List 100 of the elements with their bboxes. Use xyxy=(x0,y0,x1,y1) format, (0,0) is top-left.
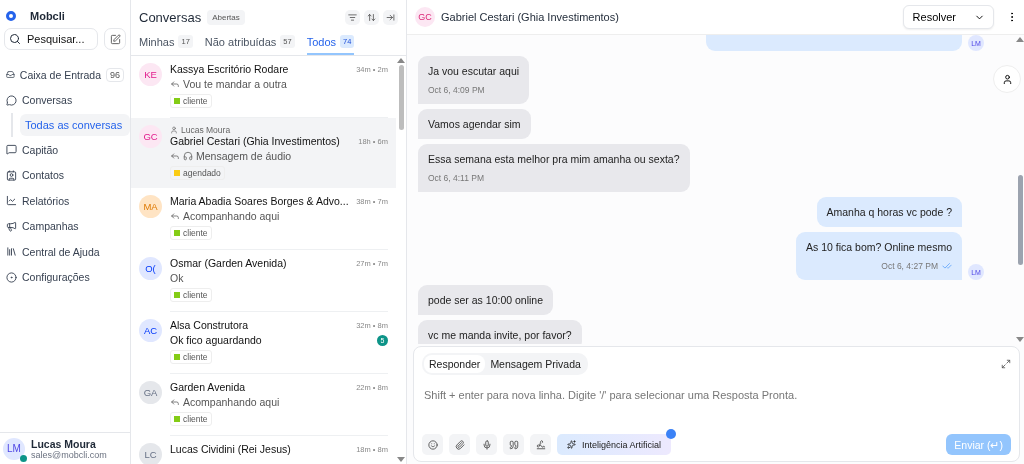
message-preview: Ok fico aguardando xyxy=(170,334,262,346)
search-icon xyxy=(9,33,21,45)
logo-icon xyxy=(6,11,16,21)
nav-subitem[interactable]: Todas as conversas xyxy=(20,114,130,136)
user-avatar[interactable]: LM xyxy=(3,437,25,460)
sort-button[interactable] xyxy=(364,10,379,25)
message-text: Essa semana esta melhor pra mim amanha ou sexta? xyxy=(428,153,680,165)
message-preview: Ok xyxy=(170,272,184,284)
nav-label: Central de Ajuda xyxy=(22,245,100,258)
sort-icon xyxy=(367,13,376,22)
message-preview: Mensagem de áudio xyxy=(196,150,292,162)
sparkles-icon xyxy=(567,440,576,449)
filter-icon xyxy=(348,13,357,22)
label-tag: cliente xyxy=(170,350,212,364)
nav-item[interactable]: Conversas xyxy=(0,87,130,113)
contact-avatar: O( xyxy=(139,257,162,280)
label-tag: cliente xyxy=(170,94,212,108)
reply-mode-tab[interactable]: Mensagem Privada xyxy=(485,355,586,373)
person-icon xyxy=(1001,73,1013,85)
brand-name: Mobcli xyxy=(30,10,65,22)
expand-icon[interactable] xyxy=(1001,359,1011,369)
line-chart-icon xyxy=(6,195,17,207)
label-tag: agendado xyxy=(170,166,225,180)
nav-item[interactable]: Central de Ajuda xyxy=(0,239,130,265)
contact-name: Gabriel Cestari (Ghia Investimentos) xyxy=(170,135,340,147)
label-tag: cliente xyxy=(170,412,212,426)
pen-icon xyxy=(109,33,121,45)
nav-label: Capitão xyxy=(22,143,59,156)
emoji-button[interactable] xyxy=(422,434,443,455)
contact-name: Kassya Escritório Rodare xyxy=(170,63,289,75)
count-badge: 96 xyxy=(106,67,124,82)
nav-item[interactable]: Caixa de Entrada 96 xyxy=(0,62,130,88)
arrow-to-line-icon xyxy=(386,13,395,22)
inbox-icon xyxy=(6,69,15,81)
message-text: vc me manda invite, por favor? xyxy=(428,329,572,341)
contact-name: Garden Avenida xyxy=(170,381,246,393)
contact-avatar: AC xyxy=(139,319,162,342)
chat-bubble-icon xyxy=(6,94,17,106)
assignee-name: Lucas Moura xyxy=(181,125,231,135)
list-title: Conversas xyxy=(139,10,202,25)
filter-button[interactable] xyxy=(345,10,360,25)
nav-item[interactable]: Relatórios xyxy=(0,188,130,214)
quote-icon xyxy=(508,439,519,450)
contact-button[interactable] xyxy=(993,65,1021,93)
signature-button[interactable] xyxy=(530,434,551,455)
contact-avatar: MA xyxy=(139,195,162,218)
paperclip-icon xyxy=(454,439,465,450)
label-tag: cliente xyxy=(170,226,212,240)
reply-mode-tab[interactable]: Responder xyxy=(424,355,486,373)
message-preview: Acompanhando aqui xyxy=(183,210,280,222)
label-tag: cliente xyxy=(170,288,212,302)
contact-card-icon xyxy=(6,169,17,181)
collapse-button[interactable] xyxy=(383,10,398,25)
nav-label: Campanhas xyxy=(22,220,79,233)
nav-label: Relatórios xyxy=(22,194,70,207)
contact-name: Osmar (Garden Avenida) xyxy=(170,257,287,269)
message-time: Oct 6, 4:09 PM xyxy=(428,85,485,95)
message-text: Vamos agendar sim xyxy=(428,118,521,130)
nav-item[interactable]: Contatos xyxy=(0,162,130,188)
megaphone-icon xyxy=(6,220,17,232)
attach-button[interactable] xyxy=(449,434,470,455)
message-preview: Vou te mandar a outra xyxy=(183,78,287,90)
nav-item[interactable]: Configurações xyxy=(0,264,130,290)
chat-title: Gabriel Cestari (Ghia Investimentos) xyxy=(441,11,619,23)
smiley-icon xyxy=(427,439,438,450)
user-name: Lucas Moura xyxy=(31,437,97,450)
contact-avatar: LC xyxy=(139,443,162,464)
search-field[interactable]: Pesquisar... xyxy=(4,28,98,50)
compose-button[interactable] xyxy=(104,28,126,50)
scrollbar[interactable] xyxy=(398,65,404,130)
message-time: Oct 6, 4:11 PM xyxy=(428,173,485,183)
message-field[interactable]: Responder Mensagem Privada Shift + enter para nova linha. Digite '/' para selecionar uma Resposta Pronta. Inteligência Artificial Enviar (↵) xyxy=(413,346,1020,462)
signature-icon xyxy=(535,439,546,450)
person-icon xyxy=(170,126,178,134)
nav-item[interactable]: Campanhas xyxy=(0,213,130,239)
microphone-icon xyxy=(481,439,492,450)
nav-label: Contatos xyxy=(22,169,65,182)
scrollbar[interactable] xyxy=(1017,175,1023,265)
message-text: Amanha q horas vc pode ? xyxy=(826,206,952,218)
nav-item[interactable]: Capitão xyxy=(0,137,130,163)
nav-label: Configurações xyxy=(22,271,90,284)
contact-name: Lucas Cividini (Rei Jesus) xyxy=(170,443,291,455)
books-icon xyxy=(6,246,17,258)
contact-avatar: KE xyxy=(139,63,162,86)
contact-name: Alsa Construtora xyxy=(170,319,249,331)
message-time: Oct 6, 4:27 PM xyxy=(881,261,938,271)
message-text: pode ser as 10:00 online xyxy=(428,294,543,306)
ai-button[interactable]: Inteligência Artificial xyxy=(557,434,672,455)
message-text: As 10 fica bom? Online mesmo xyxy=(806,241,952,253)
contact-name: Maria Abadia Soares Borges & Advo... xyxy=(170,195,349,207)
nav-label: Conversas xyxy=(22,94,73,107)
resolve-button[interactable]: Resolver xyxy=(902,5,994,29)
microphone-button[interactable] xyxy=(476,434,497,455)
circle-icon xyxy=(6,271,17,283)
contact-avatar: GC xyxy=(139,125,162,148)
user-email: sales@mobcli.com xyxy=(31,449,107,460)
message-text: Ja vou escutar aqui xyxy=(428,65,520,77)
status-badge: Abertas xyxy=(207,10,245,25)
quote-button[interactable] xyxy=(503,434,524,455)
message-preview: Acompanhando aqui xyxy=(183,396,280,408)
